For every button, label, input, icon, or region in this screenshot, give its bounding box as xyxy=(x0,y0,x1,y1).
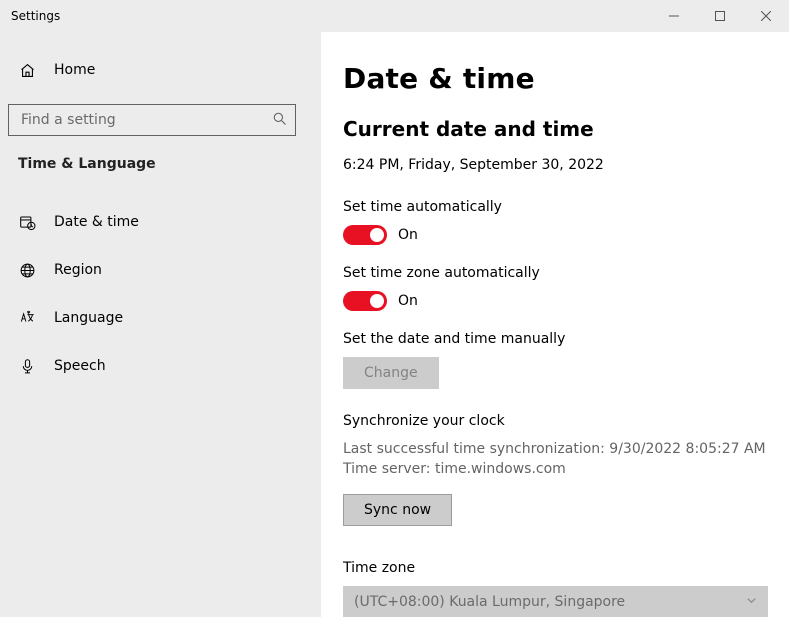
chevron-down-icon xyxy=(746,594,757,610)
nav-home-label: Home xyxy=(54,62,95,78)
sidebar-item-region[interactable]: Region xyxy=(0,250,321,290)
timezone-dropdown[interactable]: (UTC+08:00) Kuala Lumpur, Singapore xyxy=(343,586,768,617)
maximize-button[interactable] xyxy=(697,0,743,32)
sidebar-item-language[interactable]: 字 Language xyxy=(0,298,321,338)
sidebar: Home Time & Language xyxy=(0,32,321,617)
manual-set-label: Set the date and time manually xyxy=(343,331,767,347)
minimize-button[interactable] xyxy=(651,0,697,32)
sync-last-success: Last successful time synchronization: 9/… xyxy=(343,439,767,459)
sidebar-nav: Date & time Region xyxy=(0,202,321,394)
sidebar-item-label: Date & time xyxy=(54,214,139,230)
sidebar-item-label: Region xyxy=(54,262,102,278)
main-content: Date & time Current date and time 6:24 P… xyxy=(321,32,789,617)
sidebar-item-speech[interactable]: Speech xyxy=(0,346,321,386)
globe-icon xyxy=(18,262,36,279)
set-tz-auto-label: Set time zone automatically xyxy=(343,265,767,281)
sidebar-item-label: Speech xyxy=(54,358,106,374)
set-time-auto-state: On xyxy=(398,227,418,243)
nav-home[interactable]: Home xyxy=(0,56,321,84)
search-input-field[interactable] xyxy=(19,111,272,129)
set-time-auto-label: Set time automatically xyxy=(343,199,767,215)
page-title: Date & time xyxy=(343,62,767,95)
sidebar-section-header: Time & Language xyxy=(0,156,321,172)
language-icon: 字 xyxy=(18,310,36,327)
sync-clock-header: Synchronize your clock xyxy=(343,413,767,429)
sync-time-server: Time server: time.windows.com xyxy=(343,459,767,479)
change-button[interactable]: Change xyxy=(343,357,439,389)
set-tz-auto-toggle[interactable] xyxy=(343,291,387,311)
window-controls xyxy=(651,0,789,32)
set-time-auto-toggle[interactable] xyxy=(343,225,387,245)
calendar-clock-icon xyxy=(18,214,36,231)
sync-now-button[interactable]: Sync now xyxy=(343,494,452,526)
svg-text:字: 字 xyxy=(27,310,30,315)
current-date-time-header: Current date and time xyxy=(343,117,767,141)
timezone-selected-value: (UTC+08:00) Kuala Lumpur, Singapore xyxy=(354,594,625,610)
current-date-time-value: 6:24 PM, Friday, September 30, 2022 xyxy=(343,157,767,173)
set-tz-auto-state: On xyxy=(398,293,418,309)
window-title: Settings xyxy=(0,9,60,23)
home-icon xyxy=(18,62,36,79)
microphone-icon xyxy=(18,358,36,375)
sidebar-item-label: Language xyxy=(54,310,123,326)
timezone-label: Time zone xyxy=(343,560,767,576)
search-input[interactable] xyxy=(8,104,296,136)
close-button[interactable] xyxy=(743,0,789,32)
titlebar: Settings xyxy=(0,0,789,32)
sidebar-item-date-time[interactable]: Date & time xyxy=(0,202,321,242)
search-icon xyxy=(272,111,287,130)
